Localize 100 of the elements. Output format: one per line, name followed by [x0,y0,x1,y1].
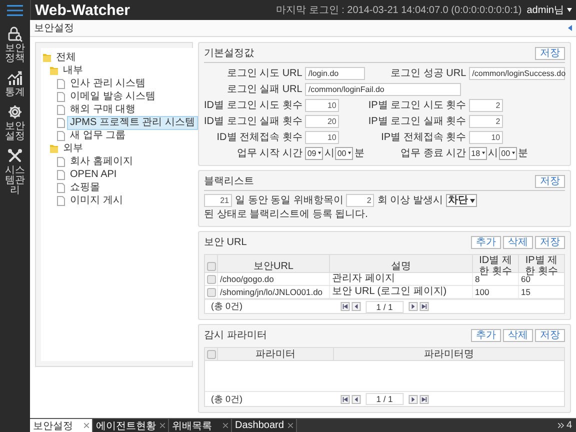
last-page-button[interactable] [420,302,429,311]
page-title: 보안설정 [34,22,74,35]
tab[interactable]: 위배목록 [169,419,232,432]
tree-item[interactable]: 쇼핑몰 [68,182,102,194]
hour-select[interactable]: 09 [305,146,324,160]
last-page-icon [422,304,427,309]
panel-title: 감시 파라미터 [204,329,267,342]
first-page-button[interactable] [340,302,350,311]
field-label: ID별 전체접속 횟수 [216,131,302,144]
next-page-button[interactable] [408,302,418,311]
column-header[interactable]: ID별 제한 횟수 [472,255,518,277]
input-field[interactable]: 21 [204,194,232,207]
menu-icon[interactable] [7,4,23,16]
tab[interactable]: Dashboard [232,419,297,432]
hour-select[interactable]: 18 [469,146,488,160]
action-button[interactable]: 추가 [471,236,501,248]
column-header[interactable]: 파라미터명 [332,348,564,360]
prev-page-button[interactable] [351,302,360,311]
field-label: ID별 로그인 실패 횟수 [204,115,302,128]
tools-icon [7,148,23,164]
checkbox[interactable] [206,274,216,284]
close-icon[interactable] [84,423,89,428]
input-field[interactable]: /common/loginFail.do [305,82,462,96]
field-label: ID별 로그인 시도 횟수 [204,99,302,112]
sidebar-item[interactable]: 통계 [4,70,26,98]
sidebar-item[interactable]: 보안정책 [4,26,26,64]
field-label: 로그인 시도 URL [226,67,302,80]
column-header[interactable]: 파라미터 [217,348,333,360]
table-cell: 15 [518,286,564,298]
unit-label: 분 [518,147,528,160]
tree-item[interactable]: 내부 [61,65,85,77]
tree-item[interactable]: OPEN API [68,169,119,181]
table-cell: 보안 URL (로그인 페이지) [329,286,472,298]
action-button[interactable]: 저장 [535,236,565,248]
prev-page-button[interactable] [351,394,360,404]
action-button[interactable]: 삭제 [503,328,533,342]
tree-item[interactable]: 해외 구매 대행 [68,104,138,116]
unit-label: 시 [488,147,498,160]
collapse-icon[interactable] [568,25,572,31]
tab-count: 4 [566,420,572,431]
input-field[interactable]: 20 [305,114,340,128]
page-field[interactable]: 1 / 1 [365,393,404,405]
tree-item[interactable]: 인사 관리 시스템 [68,78,148,90]
first-page-icon [342,396,348,402]
checkbox[interactable] [206,350,216,358]
caret-icon [567,8,572,12]
field-label: 로그인 실패 URL [226,83,302,96]
last-login-text: 마지막 로그인 : 2014-03-21 14:04:07.0 (0:0:0:0:0:0:0:1) [276,4,522,17]
minute-select[interactable]: 00 [335,146,354,160]
save-button[interactable]: 저장 [535,46,565,60]
save-button[interactable]: 저장 [535,174,565,188]
next-page-button[interactable] [408,394,418,404]
table-cell: /choo/gogo.do [217,273,329,285]
caret-icon [318,151,322,155]
action-select[interactable]: 차단 [446,194,477,207]
unit-label: 분 [354,147,364,160]
tab[interactable]: 에이전트현황 [93,419,169,432]
sidebar-item[interactable]: 보안설정 [4,104,26,142]
input-field[interactable]: 2 [469,114,504,128]
user-menu[interactable]: admin님 [526,3,564,17]
input-field[interactable]: /login.do [305,66,366,80]
action-button[interactable]: 저장 [535,328,565,342]
app-title: Web-Watcher [35,2,130,18]
close-icon[interactable] [160,423,165,428]
input-field[interactable]: 10 [469,130,504,144]
column-header[interactable]: 보안URL [217,255,329,277]
tab[interactable]: 보안설정 [30,419,93,432]
tree-item[interactable]: 새 업무 그룹 [68,130,128,142]
caret-icon [470,198,475,202]
close-icon[interactable] [288,423,293,428]
double-chevron-icon[interactable] [558,423,564,428]
folder-icon [43,53,51,62]
first-page-button[interactable] [340,394,350,404]
lock-search-icon [7,26,23,42]
column-header[interactable]: IP별 제한 횟수 [518,255,564,277]
tree-item[interactable]: 회사 홈페이지 [68,156,135,168]
checkbox[interactable] [206,262,216,270]
page-field[interactable]: 1 / 1 [365,300,404,312]
tree-item[interactable]: 외부 [61,143,85,155]
tree-item[interactable]: 전체 [54,52,78,64]
input-field[interactable]: /common/loginSuccess.do [469,66,565,80]
close-icon[interactable] [223,423,228,428]
last-page-button[interactable] [420,394,429,404]
tree-item[interactable]: JPMS 프로젝트 관리 시스템 [68,117,198,129]
tree-item[interactable]: 이메일 발송 시스템 [68,91,158,103]
caret-icon [348,151,352,155]
rule-text: 일 동안 동일 위배항목이 [235,194,344,206]
input-field[interactable]: 10 [305,98,340,112]
field-label: 업무 시작 시간 [236,147,302,160]
action-button[interactable]: 삭제 [503,236,533,248]
sidebar-item[interactable]: 시스템관리 [4,148,26,196]
checkbox[interactable] [206,288,216,296]
input-field[interactable]: 2 [469,98,504,112]
input-field[interactable]: 10 [305,130,340,144]
tree-item[interactable]: 이미지 게시 [68,195,125,207]
rule-text: 회 이상 발생시 [377,194,443,206]
input-field[interactable]: 2 [346,194,374,207]
field-label: 업무 종료 시간 [400,147,466,160]
action-button[interactable]: 추가 [471,328,501,342]
minute-select[interactable]: 00 [499,146,518,160]
